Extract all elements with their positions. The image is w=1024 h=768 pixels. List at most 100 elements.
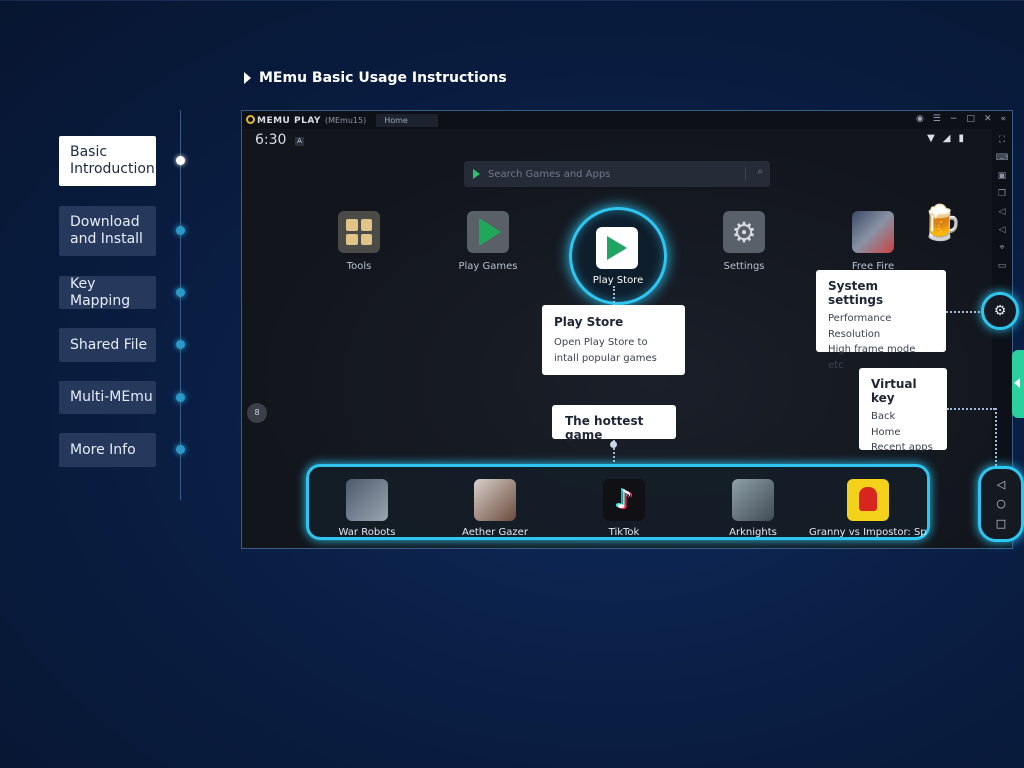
app-settings[interactable]: ⚙ Settings xyxy=(699,211,789,272)
app-label: Aether Gazer xyxy=(462,527,528,538)
callout-item: Home xyxy=(871,426,901,438)
close-icon[interactable]: ✕ xyxy=(984,114,992,124)
section-title-text: MEmu Basic Usage Instructions xyxy=(259,70,507,86)
nav-dot[interactable] xyxy=(176,340,185,349)
back-icon[interactable]: ◁ xyxy=(997,478,1005,491)
signal-icon: ◢ xyxy=(942,133,951,144)
nav-item-more-info[interactable]: More Info xyxy=(59,433,156,467)
app-label: TikTok xyxy=(608,527,640,538)
search-placeholder: Search Games and Apps xyxy=(488,168,611,180)
nav-dot[interactable] xyxy=(176,156,185,165)
settings-gear-button[interactable]: ⚙ xyxy=(981,292,1019,330)
memu-logo: MEMU PLAY xyxy=(246,114,321,126)
play-store-mini-icon xyxy=(473,169,480,179)
fullscreen-icon[interactable]: ⛶ xyxy=(999,135,1005,145)
wifi-icon: ▼ xyxy=(927,133,935,144)
keyboard-icon[interactable]: ⌨ xyxy=(996,153,1009,163)
nav-item-shared-file[interactable]: Shared File xyxy=(59,328,156,362)
dock-app-tiktok[interactable]: ♪ TikTok xyxy=(568,479,680,538)
dock-app-aether-gazer[interactable]: Aether Gazer xyxy=(439,479,551,538)
window-controls: ◉ ☰ − □ ✕ « xyxy=(916,114,1006,124)
nav-item-multi-memu[interactable]: Multi-MEmu xyxy=(59,381,156,414)
app-label: Play Store xyxy=(592,275,644,286)
app-play-store[interactable]: Play Store xyxy=(569,207,667,305)
callout-virtual-key: Virtual key Back Home Recent apps xyxy=(859,368,947,453)
beer-mug-icon[interactable]: 🍺 xyxy=(920,203,962,243)
collapse-icon[interactable]: « xyxy=(1000,114,1006,124)
nav-item-download-install[interactable]: Download and Install xyxy=(59,206,156,256)
granny-icon xyxy=(847,479,889,521)
app-tools[interactable]: Tools xyxy=(314,211,404,272)
play-games-icon xyxy=(467,211,509,253)
callout-item: Back xyxy=(871,411,896,422)
app-label: Granny vs Impostor: Spy M xyxy=(809,527,927,538)
callout-title: Virtual key xyxy=(871,377,917,405)
nav-dot[interactable] xyxy=(176,288,185,297)
nav-item-label: Key Mapping xyxy=(70,275,131,309)
callout-play-store: Play Store Open Play Store to intall pop… xyxy=(542,305,685,375)
folder-icon[interactable]: ▭ xyxy=(998,261,1007,271)
search-icon[interactable]: ⌕ xyxy=(757,166,763,177)
callout-item: Resolution xyxy=(828,328,881,340)
virtual-key-bar: ◁ ○ □ xyxy=(978,466,1024,542)
nav-dot[interactable] xyxy=(176,393,185,402)
nav-item-label: Shared File xyxy=(70,336,148,353)
settings-icon: ⚙ xyxy=(723,211,765,253)
location-icon[interactable]: ⌖ xyxy=(999,243,1004,253)
maximize-icon[interactable]: □ xyxy=(966,114,975,124)
status-clock: 6:30 xyxy=(255,132,287,148)
nav-item-label: Download and Install xyxy=(70,214,143,247)
nav-item-basic-introduction[interactable]: Basic Introduction xyxy=(59,136,156,186)
minimize-icon[interactable]: − xyxy=(950,114,958,124)
callout-title: Play Store xyxy=(554,315,624,329)
floating-badge[interactable]: 8 xyxy=(247,403,267,423)
volume-down-icon[interactable]: ◁ xyxy=(999,225,1006,235)
menu-icon[interactable]: ☰ xyxy=(933,114,941,124)
tab-home[interactable]: Home xyxy=(376,113,438,127)
expand-side-tab[interactable] xyxy=(1012,350,1024,418)
battery-icon: ▮ xyxy=(958,133,964,144)
multi-window-icon[interactable]: ❐ xyxy=(998,189,1006,199)
connector-line xyxy=(947,408,995,410)
dock-app-granny[interactable]: Granny vs Impostor: Spy M xyxy=(809,479,927,538)
nav-timeline xyxy=(180,110,181,500)
connector-pin xyxy=(610,441,617,448)
notification-badge: A xyxy=(295,137,304,146)
screenshot-icon[interactable]: ▣ xyxy=(998,171,1007,181)
free-fire-icon xyxy=(852,211,894,253)
emulator-titlebar: MEMU PLAY (MEmu15) Home ◉ ☰ − □ ✕ « xyxy=(242,111,1012,129)
volume-up-icon[interactable]: ◁ xyxy=(999,207,1006,217)
app-label: Settings xyxy=(723,261,765,272)
connector-line xyxy=(613,286,615,306)
nav-item-label: Multi-MEmu xyxy=(70,389,153,405)
nav-item-label: Basic Introduction xyxy=(70,144,155,177)
nav-item-key-mapping[interactable]: Key Mapping xyxy=(59,276,156,309)
callout-hottest-game: The hottest game xyxy=(552,405,676,442)
arknights-icon xyxy=(732,479,774,521)
app-free-fire[interactable]: Free Fire xyxy=(828,211,918,272)
app-label: Arknights xyxy=(729,527,777,538)
nav-dot[interactable] xyxy=(176,226,185,235)
dock-app-arknights[interactable]: Arknights xyxy=(697,479,809,538)
play-store-icon xyxy=(596,227,638,269)
tiktok-icon: ♪ xyxy=(603,479,645,521)
app-label: Tools xyxy=(346,261,372,272)
instance-name: (MEmu15) xyxy=(324,115,367,125)
app-label: War Robots xyxy=(338,527,396,538)
war-robots-icon xyxy=(346,479,388,521)
status-icons: ▼ ◢ ▮ xyxy=(927,133,964,144)
connector-line xyxy=(946,311,980,313)
tools-icon xyxy=(338,211,380,253)
account-icon[interactable]: ◉ xyxy=(916,114,924,124)
home-icon[interactable]: ○ xyxy=(996,497,1006,510)
search-input[interactable]: Search Games and Apps ⌕ xyxy=(464,161,770,187)
triangle-icon xyxy=(244,72,251,84)
callout-item: Performance xyxy=(828,313,892,324)
aether-gazer-icon xyxy=(474,479,516,521)
recent-apps-icon[interactable]: □ xyxy=(996,517,1006,530)
callout-desc: Open Play Store to intall popular games xyxy=(554,337,657,364)
dock-app-war-robots[interactable]: War Robots xyxy=(311,479,423,538)
app-play-games[interactable]: Play Games xyxy=(443,211,533,272)
nav-dot[interactable] xyxy=(176,445,185,454)
callout-system-settings: System settings Performance Resolution H… xyxy=(816,270,946,371)
